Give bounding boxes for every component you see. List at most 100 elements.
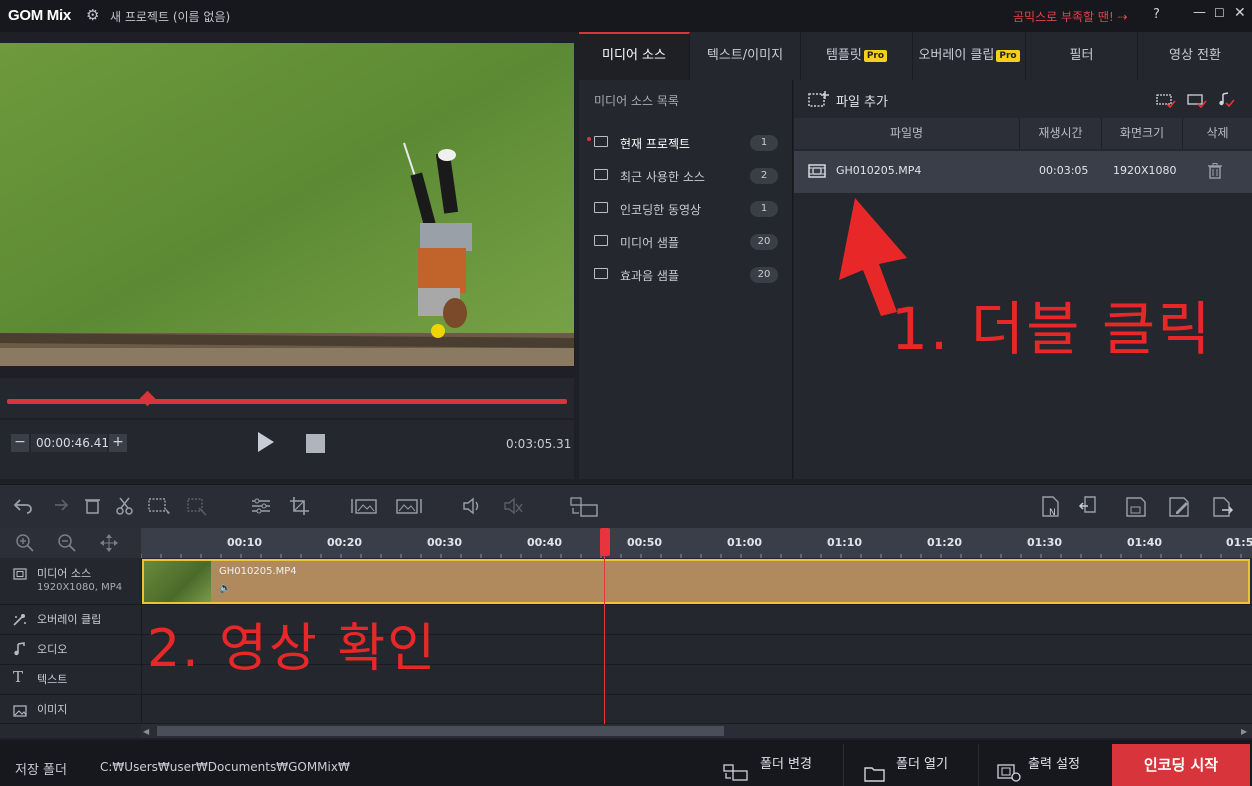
tab-transition[interactable]: 영상 전환 [1138,32,1252,80]
music-note-icon [13,641,27,660]
video-preview [0,43,574,366]
tick-label: 00:30 [427,536,463,549]
export-icon[interactable] [1212,496,1234,517]
filter-video-icon[interactable] [1156,92,1176,112]
adjust-icon[interactable] [250,496,272,516]
maximize-button[interactable]: ☐ [1214,6,1225,20]
timeline-clip[interactable] [142,559,1250,604]
undo-icon[interactable] [12,496,34,516]
total-time: 0:03:05.31 [506,437,572,451]
scroll-left-icon[interactable]: ◀ [143,727,149,736]
cut-icon[interactable] [114,496,136,516]
folder-icon [594,169,608,180]
pro-badge: Pro [996,49,1020,62]
tick-label: 01:10 [827,536,863,549]
scrollbar-thumb[interactable] [157,726,724,736]
folder-swap-icon [723,757,749,786]
open-project-icon[interactable] [1078,496,1100,516]
tab-media-source[interactable]: 미디어 소스 [579,32,690,80]
folder-icon [594,268,608,279]
project-title: 새 프로젝트 (이름 없음) [110,10,231,24]
volume-icon[interactable] [461,496,483,516]
tab-overlay-clip[interactable]: 오버레이 클립 Pro [913,32,1026,80]
select-region-icon[interactable] [147,496,170,516]
film-icon [808,163,826,182]
col-delete: 삭제 [1182,118,1252,149]
tab-template[interactable]: 템플릿 Pro [801,32,913,80]
fit-timeline-icon[interactable] [99,533,119,557]
change-folder-button[interactable]: 폴더 변경 [705,744,842,786]
col-duration[interactable]: 재생시간 [1019,118,1101,149]
annotation-step2: 2. 영상 확인 [147,619,438,679]
frame-forward-button[interactable]: + [109,434,127,452]
count-badge: 1 [750,201,778,217]
playhead-line [604,528,605,724]
filter-audio-icon[interactable] [1217,91,1235,111]
pro-badge: Pro [863,49,888,62]
zoom-in-icon[interactable] [15,533,35,557]
tick-label: 00:10 [227,536,263,549]
tick-label: 01:50 [1226,536,1252,549]
trash-icon[interactable] [1208,163,1222,183]
gom-mix-window: GOM Mix ⚙ 새 프로젝트 (이름 없음) 곰믹스로 부족할 땐! ⇢ ?… [0,0,1252,786]
new-project-icon[interactable]: N [1040,496,1062,518]
seek-bar[interactable] [7,399,567,404]
minimize-button[interactable]: — [1193,5,1206,20]
tab-filter[interactable]: 필터 [1026,32,1138,80]
current-time-field[interactable]: 00:00:46.41 [31,434,109,452]
gear-icon[interactable]: ⚙ [86,6,99,24]
stop-icon[interactable] [306,434,325,453]
crop-icon[interactable] [289,496,311,516]
clip-thumbnail [144,561,211,602]
item-label: 최근 사용한 소스 [620,170,705,184]
current-indicator [587,137,591,141]
save-icon[interactable] [1125,496,1147,517]
add-file-button[interactable]: 파일 추가 [836,91,888,110]
folder-open-icon [594,136,608,147]
scroll-right-icon[interactable]: ▶ [1241,727,1247,736]
item-label: 인코딩한 동영상 [620,203,702,217]
track-label-media: 미디어 소스 [37,567,92,580]
tab-text-image[interactable]: 텍스트/이미지 [690,32,801,80]
open-folder-button[interactable]: 폴더 열기 [843,744,977,786]
save-folder-path: C:₩Users₩user₩Documents₩GOMMix₩ [100,760,350,774]
track-image [0,695,1252,724]
track-label-image: 이미지 [37,703,68,716]
file-resolution: 1920X1080 [1113,164,1177,177]
image-insert-right-icon[interactable] [395,496,423,516]
zoom-out-icon[interactable] [57,533,77,557]
filter-image-icon[interactable] [1187,92,1207,112]
save-folder-label: 저장 폴더 [15,763,67,778]
file-name: GH010205.MP4 [836,164,922,177]
tick-label: 01:20 [927,536,963,549]
col-resolution[interactable]: 화면크기 [1101,118,1182,149]
upgrade-link[interactable]: 곰믹스로 부족할 땐! ⇢ [1013,8,1128,25]
film-icon [13,565,27,584]
image-insert-left-icon[interactable] [350,496,378,516]
save-as-icon[interactable] [1168,496,1190,517]
play-icon[interactable] [258,432,274,452]
tick-label: 01:30 [1027,536,1063,549]
folder-icon [594,235,608,246]
split-icon[interactable] [186,496,208,516]
add-file-icon[interactable] [808,90,830,112]
frame-back-button[interactable]: − [11,434,29,452]
mute-icon[interactable] [502,496,524,516]
help-icon[interactable]: ? [1153,7,1160,22]
image-icon [13,702,27,721]
delete-icon[interactable] [82,496,104,516]
close-button[interactable]: ✕ [1234,5,1246,21]
playhead-handle[interactable] [600,528,610,556]
clip-name: GH010205.MP4 [219,566,297,577]
tick-label: 00:40 [527,536,563,549]
item-label: 효과음 샘플 [620,269,680,283]
tab-label: 영상 전환 [1169,48,1221,63]
settings-film-icon [997,758,1021,786]
count-badge: 20 [750,234,778,250]
col-filename[interactable]: 파일명 [794,118,1019,149]
replace-clip-icon[interactable] [569,496,599,517]
output-settings-button[interactable]: 출력 설정 [978,744,1112,786]
encode-start-button[interactable]: 인코딩 시작 [1112,744,1250,786]
redo-icon[interactable] [48,496,70,516]
item-label: 미디어 샘플 [620,236,680,250]
